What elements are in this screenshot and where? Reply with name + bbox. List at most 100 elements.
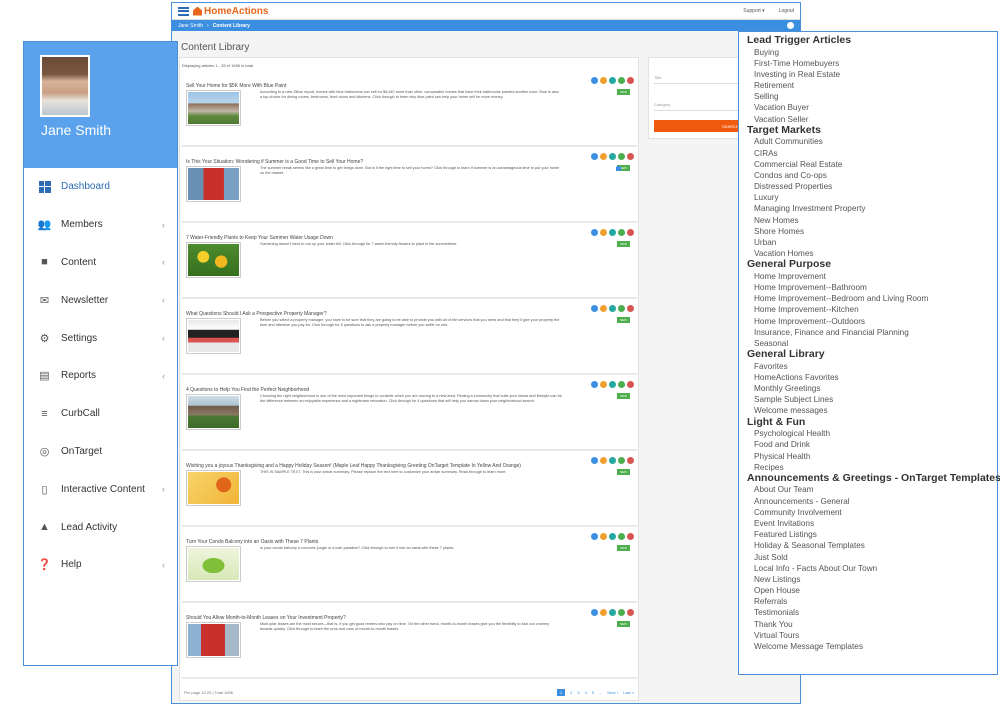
category-option[interactable]: Welcome messages <box>747 405 997 416</box>
title-filter-input[interactable]: Title <box>654 75 661 80</box>
share-icon[interactable] <box>609 305 616 312</box>
category-option[interactable]: Food and Drink <box>747 439 997 450</box>
chevron-left-icon[interactable]: ‹ <box>162 295 165 305</box>
category-option[interactable]: Buying <box>747 47 997 58</box>
category-option[interactable]: New Homes <box>747 215 997 226</box>
category-option[interactable]: Adult Communities <box>747 136 997 147</box>
sidebar-item-reports[interactable]: ▤ Reports ‹ <box>24 357 177 395</box>
category-option[interactable]: Home Improvement--Kitchen <box>747 304 997 315</box>
logout-link[interactable]: Logout <box>779 8 794 14</box>
share-icon[interactable] <box>609 381 616 388</box>
sidebar-item-ontarget[interactable]: ◎ OnTarget <box>24 433 177 471</box>
article-card[interactable]: Wishing you a joyous Thanksgiving and a … <box>182 455 637 526</box>
per-page-info[interactable]: Per page 10 25 | Total 1696 <box>184 690 552 695</box>
pdf-icon[interactable] <box>627 609 634 616</box>
article-card[interactable]: What Questions Should I Ask a Prospectiv… <box>182 303 637 374</box>
category-option[interactable]: Urban <box>747 237 997 248</box>
next-page-link[interactable]: Next › <box>607 690 618 695</box>
category-option[interactable]: Referrals <box>747 596 997 607</box>
preview-icon[interactable] <box>591 457 598 464</box>
category-option[interactable]: Vacation Buyer <box>747 102 997 113</box>
favorite-icon[interactable] <box>600 77 607 84</box>
favorite-icon[interactable] <box>600 153 607 160</box>
chevron-left-icon[interactable]: ‹ <box>162 371 165 381</box>
category-option[interactable]: Favorites <box>747 361 997 372</box>
chevron-left-icon[interactable]: ‹ <box>162 560 165 570</box>
category-option[interactable]: Home Improvement--Outdoors <box>747 316 997 327</box>
page-3[interactable]: 3 <box>577 690 579 695</box>
pdf-icon[interactable] <box>627 381 634 388</box>
favorite-icon[interactable] <box>600 533 607 540</box>
article-card[interactable]: Is This Your Situation: Wondering if Sum… <box>182 151 637 222</box>
chevron-left-icon[interactable]: ‹ <box>162 220 165 230</box>
share-icon[interactable] <box>609 77 616 84</box>
article-title[interactable]: Is This Your Situation: Wondering if Sum… <box>186 159 363 165</box>
edit-icon[interactable] <box>618 153 625 160</box>
last-page-link[interactable]: Last » <box>623 690 634 695</box>
article-thumbnail[interactable] <box>186 318 241 354</box>
article-title[interactable]: Wishing you a joyous Thanksgiving and a … <box>186 463 521 469</box>
page-5[interactable]: 5 <box>592 690 594 695</box>
sidebar-item-curbcall[interactable]: ≡ CurbCall <box>24 395 177 433</box>
article-thumbnail[interactable] <box>186 394 241 430</box>
favorite-icon[interactable] <box>600 457 607 464</box>
article-card[interactable]: 4 Questions to Help You Find the Perfect… <box>182 379 637 450</box>
preview-icon[interactable] <box>591 229 598 236</box>
user-account-icon[interactable] <box>787 22 794 29</box>
article-thumbnail[interactable] <box>186 546 241 582</box>
hamburger-menu-icon[interactable] <box>178 6 189 16</box>
edit-icon[interactable] <box>618 229 625 236</box>
category-filter-select[interactable]: Category <box>654 102 670 107</box>
category-option[interactable]: Psychological Health <box>747 428 997 439</box>
share-icon[interactable] <box>609 609 616 616</box>
edit-icon[interactable] <box>618 457 625 464</box>
article-title[interactable]: 7 Water-Friendly Plants to Keep Your Sum… <box>186 235 333 241</box>
sidebar-item-lead-activity[interactable]: ▲ Lead Activity <box>24 508 177 546</box>
preview-icon[interactable] <box>591 305 598 312</box>
pdf-icon[interactable] <box>627 533 634 540</box>
category-option[interactable]: About Our Team <box>747 484 997 495</box>
sidebar-item-help[interactable]: ❓ Help ‹ <box>24 546 177 584</box>
category-option[interactable]: Announcements - General <box>747 496 997 507</box>
category-option[interactable]: Home Improvement <box>747 271 997 282</box>
category-option[interactable]: Community Involvement <box>747 507 997 518</box>
favorite-icon[interactable] <box>600 609 607 616</box>
sidebar-item-newsletter[interactable]: ✉ Newsletter ‹ <box>24 281 177 319</box>
edit-icon[interactable] <box>618 305 625 312</box>
article-thumbnail[interactable] <box>186 470 241 506</box>
preview-icon[interactable] <box>591 533 598 540</box>
share-icon[interactable] <box>609 533 616 540</box>
share-icon[interactable] <box>609 153 616 160</box>
page-4[interactable]: 4 <box>585 690 587 695</box>
category-option[interactable]: Insurance, Finance and Financial Plannin… <box>747 327 997 338</box>
logo[interactable]: HomeActions <box>193 6 268 17</box>
chevron-left-icon[interactable]: ‹ <box>162 484 165 494</box>
article-card[interactable]: 7 Water-Friendly Plants to Keep Your Sum… <box>182 227 637 298</box>
category-option[interactable]: Home Improvement--Bedroom and Living Roo… <box>747 293 997 304</box>
category-option[interactable]: Welcome Message Templates <box>747 641 997 652</box>
sidebar-item-settings[interactable]: ⚙ Settings ‹ <box>24 319 177 357</box>
category-option[interactable]: Monthly Greetings <box>747 383 997 394</box>
category-option[interactable]: Sample Subject Lines <box>747 394 997 405</box>
category-option[interactable]: Holiday & Seasonal Templates <box>747 540 997 551</box>
edit-icon[interactable] <box>618 609 625 616</box>
preview-icon[interactable] <box>591 77 598 84</box>
chevron-left-icon[interactable]: ‹ <box>162 257 165 267</box>
chevron-left-icon[interactable]: ‹ <box>162 333 165 343</box>
favorite-icon[interactable] <box>600 381 607 388</box>
preview-icon[interactable] <box>591 153 598 160</box>
article-card[interactable]: Should You Allow Month-to-Month Leases o… <box>182 607 637 678</box>
article-thumbnail[interactable] <box>186 622 241 658</box>
article-title[interactable]: Sell Your Home for $5K More With Blue Pa… <box>186 83 286 89</box>
pdf-icon[interactable] <box>627 305 634 312</box>
category-option[interactable]: First-Time Homebuyers <box>747 58 997 69</box>
edit-icon[interactable] <box>618 77 625 84</box>
edit-icon[interactable] <box>618 533 625 540</box>
sidebar-item-members[interactable]: 👥 Members ‹ <box>24 206 177 244</box>
article-title[interactable]: 4 Questions to Help You Find the Perfect… <box>186 387 309 393</box>
article-thumbnail[interactable] <box>186 90 241 126</box>
favorite-icon[interactable] <box>600 229 607 236</box>
avatar[interactable] <box>40 55 90 117</box>
category-option[interactable]: CIRAs <box>747 148 997 159</box>
category-option[interactable]: Distressed Properties <box>747 181 997 192</box>
